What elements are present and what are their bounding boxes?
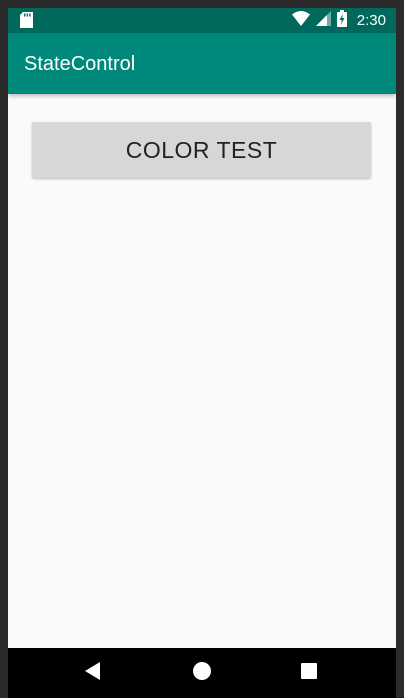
app-title: StateControl [24,53,136,75]
status-time: 2:30 [356,12,386,29]
home-icon [193,661,211,685]
battery-charging-icon [336,9,347,32]
sd-card-icon [20,12,33,28]
wifi-icon [291,10,310,31]
navigation-bar [8,648,396,698]
status-icons: 2:30 [291,9,386,32]
back-icon [85,661,101,685]
cell-signal-icon [315,10,331,31]
main-content: COLOR TEST [8,94,396,648]
status-bar: 2:30 [8,8,396,33]
screen: 2:30 StateControl COLOR TEST [8,8,396,698]
back-button[interactable] [63,648,123,698]
home-button[interactable] [172,648,232,698]
app-bar: StateControl [8,33,396,94]
recents-button[interactable] [279,648,339,698]
color-test-button[interactable]: COLOR TEST [32,122,371,178]
recents-icon [301,662,317,684]
device-frame: 2:30 StateControl COLOR TEST [0,0,404,698]
